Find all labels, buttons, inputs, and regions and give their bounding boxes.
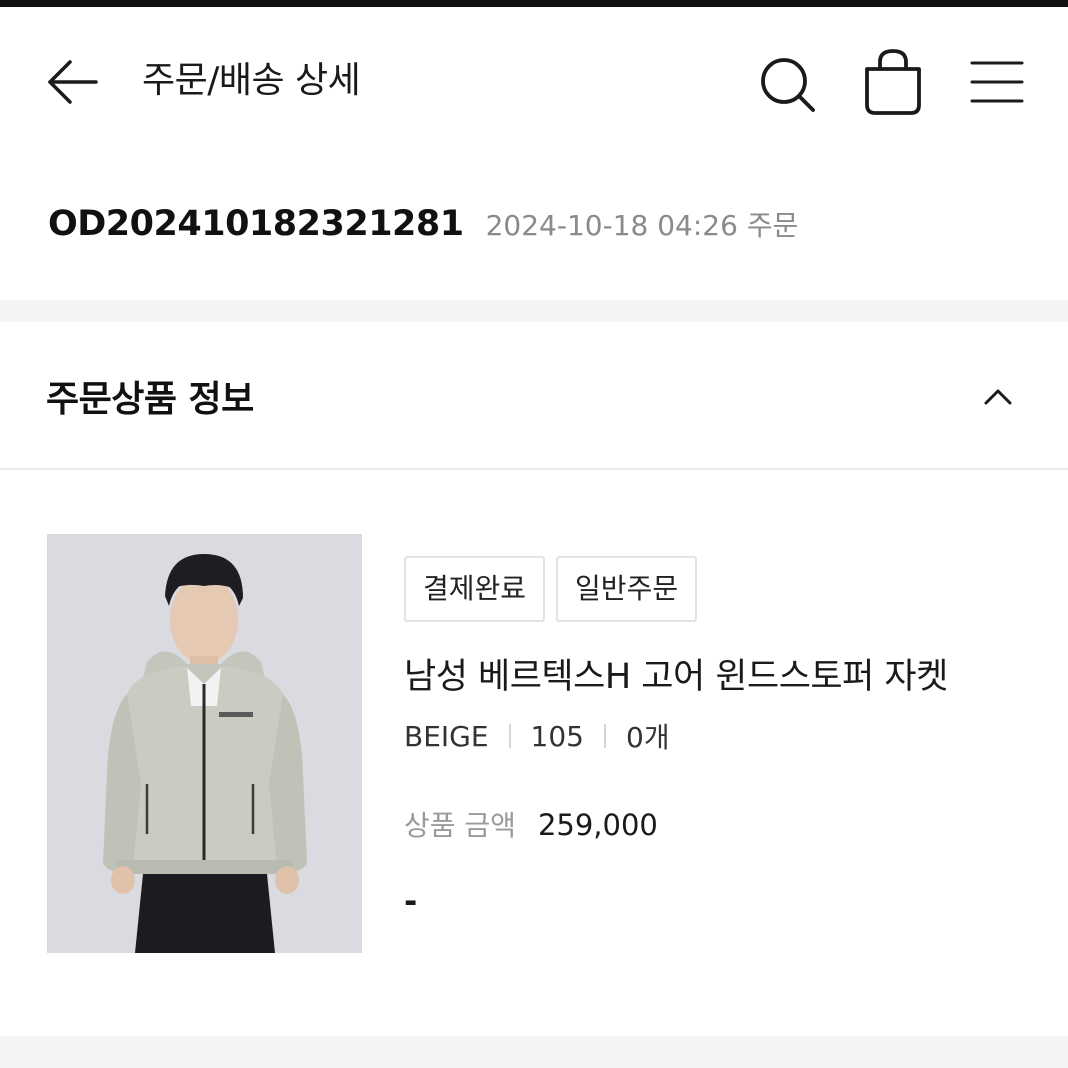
product-photo-jacket <box>47 534 362 953</box>
page-title: 주문/배송 상세 <box>142 60 361 101</box>
back-button[interactable] <box>42 51 104 113</box>
search-button[interactable] <box>752 49 822 119</box>
order-status-badges: 결제완료 일반주문 <box>404 556 698 622</box>
product-image[interactable] <box>47 534 362 953</box>
price-label: 상품 금액 <box>404 809 516 842</box>
menu-button[interactable] <box>962 51 1032 113</box>
arrow-left-icon <box>48 60 98 104</box>
chevron-up-icon[interactable] <box>978 376 1018 416</box>
section-divider <box>0 300 1068 322</box>
order-datetime: 2024-10-18 04:26 주문 <box>485 209 799 242</box>
shopping-bag-icon <box>865 49 921 115</box>
option-quantity: 0개 <box>626 721 670 754</box>
order-info-row: OD20241018232128​1 2024-10-18 04:26 주문 <box>48 204 798 254</box>
option-size: 105 <box>530 719 584 753</box>
product-name[interactable]: 남성 베르텍스H 고어 윈드스토퍼 자켓 <box>404 648 948 699</box>
section-title: 주문상품 정보 <box>46 379 254 420</box>
cart-button[interactable] <box>858 45 928 119</box>
extra-info-placeholder: - <box>404 882 418 920</box>
price-value: 259,000 <box>537 808 658 842</box>
payment-status-badge: 결제완료 <box>404 556 546 622</box>
option-separator <box>604 724 606 748</box>
price-row: 상품 금액 259,000 <box>404 804 658 844</box>
section-divider-bottom <box>0 1036 1068 1068</box>
option-color: BEIGE <box>404 719 489 753</box>
search-icon <box>761 58 815 112</box>
order-number: OD20241018232128​1 <box>48 204 464 244</box>
option-separator <box>508 724 511 748</box>
order-items-section-header[interactable]: 주문상품 정보 <box>0 322 1068 470</box>
app-header: 주문/배송 상세 <box>0 7 1068 147</box>
hamburger-menu-icon <box>970 61 1024 103</box>
product-options: BEIGE 105 0개 <box>404 716 670 756</box>
order-type-badge: 일반주문 <box>556 556 698 622</box>
top-status-strip <box>0 0 1068 7</box>
